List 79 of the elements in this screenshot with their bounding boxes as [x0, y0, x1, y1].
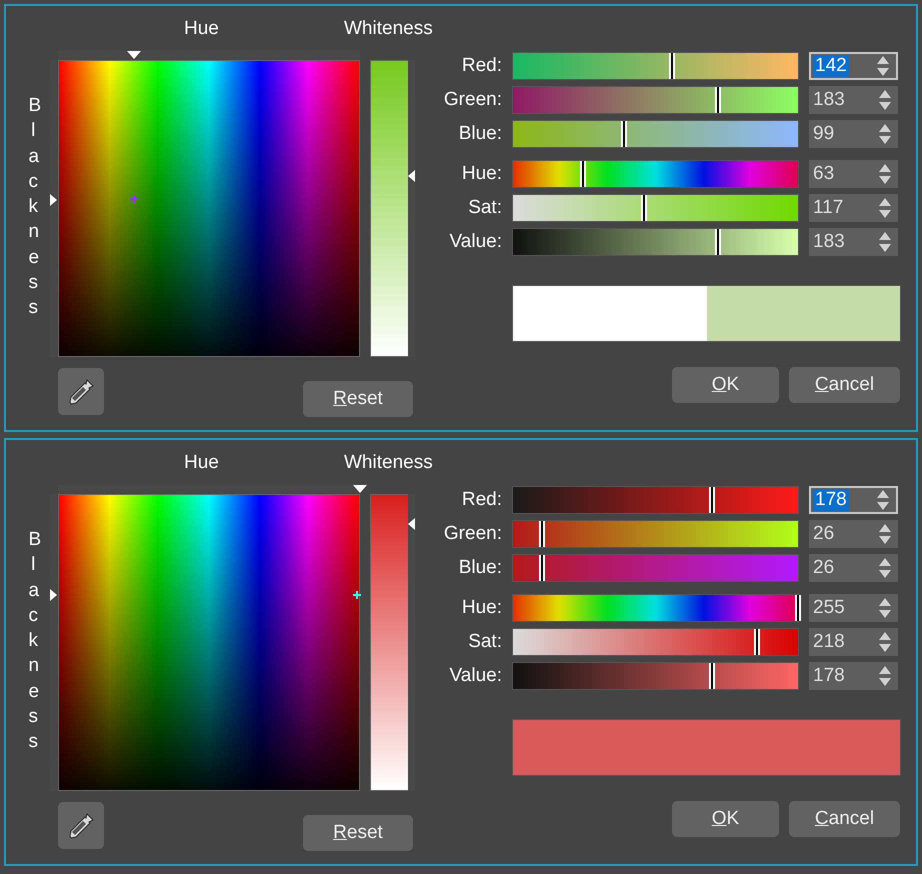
reset-button[interactable]: Reset [303, 381, 413, 417]
up-down-arrows-icon[interactable] [878, 631, 892, 653]
slider-thumb[interactable] [668, 53, 675, 79]
dialog-button[interactable]: Cancel [789, 801, 900, 837]
number-spinner[interactable]: 178 [809, 486, 898, 514]
slider-thumb[interactable] [640, 195, 647, 221]
color-slider[interactable] [512, 520, 799, 548]
slider-label: Sat: [467, 197, 502, 219]
slider-label: Hue: [460, 163, 502, 185]
number-spinner[interactable]: 183 [809, 86, 898, 114]
eyedropper-button[interactable] [58, 368, 104, 415]
slider-thumb[interactable] [795, 595, 801, 621]
slider-label: Value: [448, 665, 502, 687]
hue-label: Hue [184, 452, 219, 474]
slider-label: Green: [442, 89, 502, 111]
number-spinner[interactable]: 26 [809, 554, 898, 582]
color-slider[interactable] [512, 120, 799, 148]
up-down-arrows-icon[interactable] [878, 523, 892, 545]
slider-thumb[interactable] [580, 161, 586, 187]
number-spinner[interactable]: 255 [809, 594, 898, 622]
dialog-button[interactable]: OK [672, 801, 779, 837]
up-down-arrows-icon[interactable] [878, 163, 892, 185]
slider-thumb[interactable] [708, 663, 715, 689]
number-spinner[interactable]: 99 [809, 120, 898, 148]
color-slider[interactable] [512, 662, 799, 690]
color-slider[interactable] [512, 228, 799, 256]
up-down-arrows-icon[interactable] [878, 231, 892, 253]
dialog-button[interactable]: OK [672, 367, 779, 403]
number-spinner[interactable]: 178 [809, 662, 898, 690]
slider-label: Red: [460, 489, 502, 511]
up-down-arrows-icon[interactable] [878, 89, 892, 111]
color-slider[interactable] [512, 486, 799, 514]
color-slider[interactable] [512, 52, 799, 80]
hue-label: Hue [184, 18, 219, 40]
slider-label: Value: [448, 231, 502, 253]
slider-thumb[interactable] [539, 555, 546, 581]
eyedropper-button[interactable] [58, 802, 104, 849]
color-slider[interactable] [512, 554, 799, 582]
slider-label: Blue: [458, 123, 502, 145]
number-spinner[interactable]: 218 [809, 628, 898, 656]
up-down-arrows-icon[interactable] [876, 55, 890, 77]
whiteness-label: Whiteness [344, 452, 433, 474]
slider-label: Hue: [460, 597, 502, 619]
dialog-button[interactable]: Cancel [789, 367, 900, 403]
color-slider[interactable] [512, 594, 799, 622]
color-field[interactable] [58, 60, 360, 357]
number-spinner[interactable]: 63 [809, 160, 898, 188]
color-slider[interactable] [512, 160, 799, 188]
up-down-arrows-icon[interactable] [878, 557, 892, 579]
up-down-arrows-icon[interactable] [876, 489, 890, 511]
up-down-arrows-icon[interactable] [878, 123, 892, 145]
reset-button[interactable]: Reset [303, 815, 413, 851]
whiteness-marker-icon[interactable] [408, 518, 415, 530]
up-down-arrows-icon[interactable] [878, 197, 892, 219]
number-spinner[interactable]: 183 [809, 228, 898, 256]
color-slider[interactable] [512, 628, 799, 656]
picker-crosshair-icon[interactable] [353, 590, 361, 599]
color-slider[interactable] [512, 194, 799, 222]
up-down-arrows-icon[interactable] [878, 597, 892, 619]
slider-thumb[interactable] [539, 521, 546, 547]
slider-thumb[interactable] [714, 229, 721, 255]
number-spinner[interactable]: 26 [809, 520, 898, 548]
color-field[interactable] [58, 494, 360, 791]
color-slider[interactable] [512, 86, 799, 114]
number-spinner[interactable]: 142 [809, 52, 898, 80]
slider-thumb[interactable] [620, 121, 627, 147]
slider-thumb[interactable] [714, 87, 721, 113]
slider-label: Green: [442, 523, 502, 545]
slider-label: Sat: [467, 631, 502, 653]
whiteness-marker-icon[interactable] [408, 170, 415, 182]
whiteness-label: Whiteness [344, 18, 433, 40]
slider-label: Red: [460, 55, 502, 77]
slider-thumb[interactable] [708, 487, 715, 513]
blackness-label: Blackness [28, 94, 48, 320]
blackness-label: Blackness [28, 528, 48, 754]
slider-label: Blue: [458, 557, 502, 579]
number-spinner[interactable]: 117 [809, 194, 898, 222]
up-down-arrows-icon[interactable] [878, 665, 892, 687]
slider-thumb[interactable] [754, 629, 760, 655]
